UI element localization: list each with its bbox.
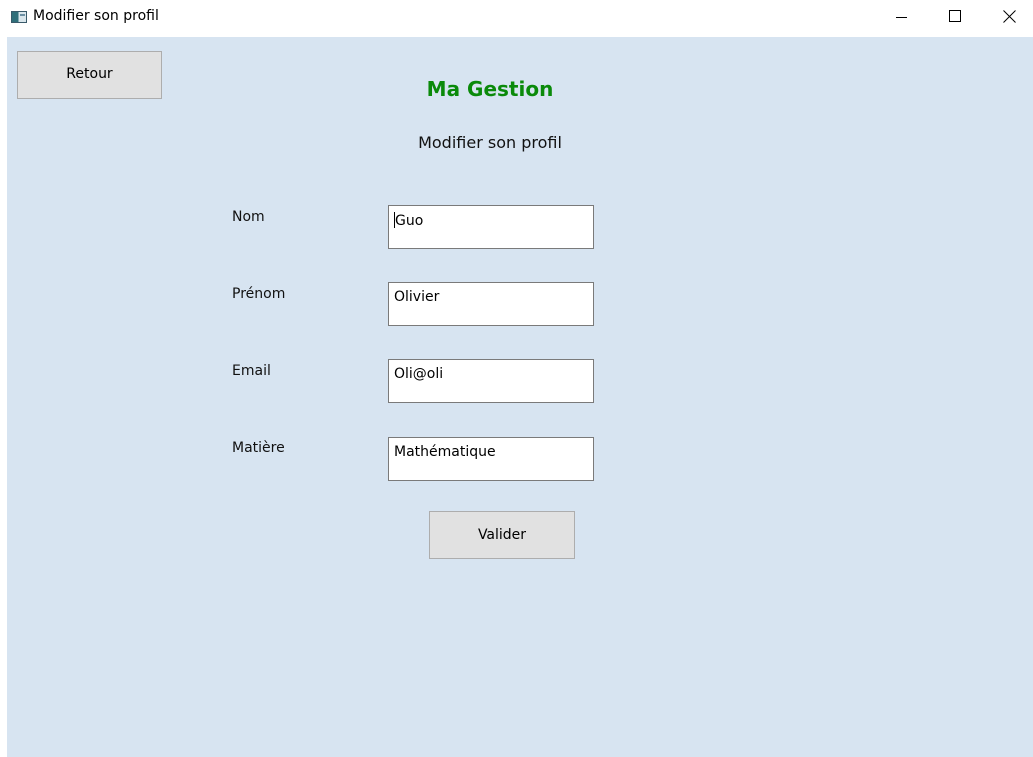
title-bar[interactable]: Modifier son profil bbox=[0, 0, 1033, 36]
page-title: Modifier son profil bbox=[418, 133, 562, 152]
field-label-email: Email bbox=[232, 363, 271, 379]
client-area: Retour Ma Gestion Modifier son profil No… bbox=[7, 37, 1033, 757]
minimize-button[interactable] bbox=[879, 0, 925, 34]
field-label-matiere: Matière bbox=[232, 440, 285, 456]
app-name: Ma Gestion bbox=[426, 77, 554, 101]
maximize-icon bbox=[949, 10, 961, 22]
nom-input[interactable]: Guo bbox=[388, 205, 594, 249]
app-window: Modifier son profil Retour Ma Gestion Mo… bbox=[0, 0, 1033, 757]
field-label-prenom: Prénom bbox=[232, 286, 286, 302]
window-title: Modifier son profil bbox=[33, 8, 159, 24]
close-button[interactable] bbox=[987, 0, 1033, 34]
email-input-value: Oli@oli bbox=[394, 366, 444, 382]
close-icon bbox=[1003, 10, 1016, 23]
matiere-input[interactable]: Mathématique bbox=[388, 437, 594, 481]
submit-button[interactable]: Valider bbox=[429, 511, 575, 559]
prenom-input[interactable]: Olivier bbox=[388, 282, 594, 326]
minimize-icon bbox=[896, 17, 907, 18]
prenom-input-value: Olivier bbox=[394, 289, 440, 305]
field-label-nom: Nom bbox=[232, 209, 265, 225]
nom-input-value: Guo bbox=[395, 213, 424, 229]
maximize-button[interactable] bbox=[933, 0, 979, 34]
app-icon bbox=[11, 11, 27, 23]
email-input[interactable]: Oli@oli bbox=[388, 359, 594, 403]
matiere-input-value: Mathématique bbox=[394, 444, 496, 460]
